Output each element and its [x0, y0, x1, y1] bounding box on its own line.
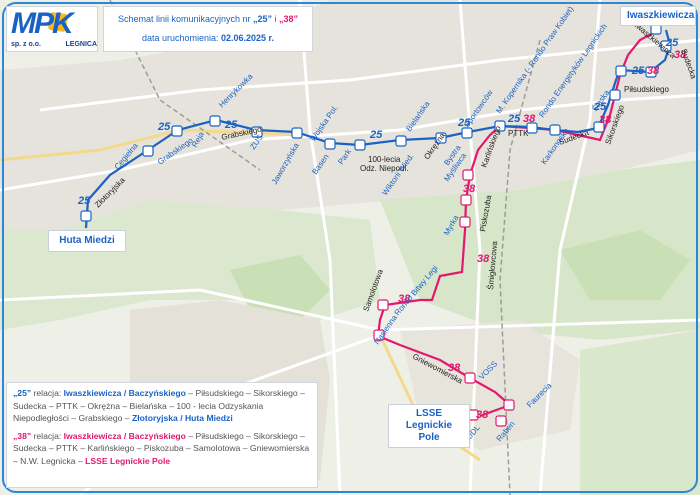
route-label-25-b: 25 — [157, 121, 171, 133]
route-legend: „25” relacja: Iwaszkiewicza / Baczyńskie… — [6, 382, 318, 488]
route-label-38-e: 38 — [463, 183, 476, 195]
legend-25-end: Złotoryjska / Huta Miedzi — [131, 413, 233, 423]
route-label-25-a: 25 — [77, 195, 91, 207]
terminal-huta-miedzi: Huta Miedzi — [48, 230, 126, 252]
terminal-iwaszkiewicza-label: Iwaszkiewicza — [627, 10, 695, 21]
stop-marker-grabskiego1[interactable] — [142, 145, 154, 157]
stop-marker-jaworzynska[interactable] — [291, 127, 303, 139]
mpk-logo: MPK sp. z o.o. LEGNICA — [6, 6, 98, 52]
stop-marker-myrka[interactable] — [460, 194, 472, 206]
route-label-25-d: 25 — [369, 129, 383, 141]
stop-marker-grabskiego2[interactable] — [209, 115, 221, 127]
scheme-title: Schemat linii komunikacyjnych nr „25” i … — [103, 6, 313, 52]
stop-marker-100lecia[interactable] — [395, 135, 407, 147]
terminal-lsse: LSSE Legnickie Pole — [388, 404, 470, 448]
terminal-lsse-line2: Legnickie Pole — [405, 420, 453, 443]
stop-label-pilsudskiego: Piłsudskiego — [624, 85, 669, 94]
legend-25-rel: relacja: — [31, 388, 64, 398]
stop-marker-piskozuba[interactable] — [459, 216, 471, 228]
title-line-1: Schemat linii komunikacyjnych nr „25” i … — [104, 13, 312, 26]
legend-38-label: „38” — [13, 430, 32, 441]
stop-marker-pilsudskiego[interactable] — [615, 65, 627, 77]
stop-label-pttk: PTTK — [508, 129, 529, 138]
legend-25-start: Iwaszkiewicza / Baczyńskiego — [63, 388, 186, 398]
title-prefix: Schemat linii komunikacyjnych nr — [117, 14, 253, 24]
legend-route-38: „38” relacja: Iwaszkiewicza / Baczyńskie… — [13, 430, 311, 468]
logo-sub-right: LEGNICA — [65, 41, 98, 48]
logo-sub-left: sp. z o.o. — [11, 41, 41, 48]
terminal-huta-label: Huta Miedzi — [59, 235, 115, 246]
legend-25-label: „25” — [13, 388, 32, 398]
title-route-25: „25” — [253, 14, 273, 24]
route-label-25-f: 25 — [507, 113, 521, 125]
stop-marker-mysliwca[interactable] — [462, 169, 474, 181]
route-label-38-i: 38 — [476, 409, 489, 421]
logo-subtitle: sp. z o.o. LEGNICA — [11, 41, 97, 48]
stop-marker-voss[interactable] — [464, 372, 476, 384]
legend-38-rel: relacja: — [31, 430, 64, 441]
stop-marker-basen[interactable] — [324, 138, 336, 150]
stop-marker-zlotoryjska[interactable] — [80, 210, 92, 222]
terminal-iwaszkiewicza: Iwaszkiewicza — [620, 6, 696, 26]
stop-marker-park[interactable] — [354, 139, 366, 151]
route-label-38-a: 38 — [523, 113, 536, 125]
title-mid: i — [272, 14, 280, 24]
stop-marker-reja[interactable] — [171, 125, 183, 137]
stop-marker-samolotowa[interactable] — [377, 299, 389, 311]
date-prefix: data uruchomienia: — [141, 33, 221, 43]
logo-text: MPK — [11, 7, 74, 40]
stop-label-100lecia-1: 100-lecia — [368, 155, 401, 164]
stop-marker-bystra[interactable] — [461, 127, 473, 139]
title-route-38: „38” — [279, 14, 299, 24]
green-area-southeast — [580, 330, 700, 495]
launch-date: 02.06.2025 r. — [221, 33, 275, 43]
route-label-25-h: 25 — [631, 65, 645, 77]
route-label-38-c: 38 — [647, 65, 660, 77]
title-line-2: data uruchomienia: 02.06.2025 r. — [104, 32, 312, 45]
legend-38-start: Iwaszkiewicza / Baczyńskiego — [63, 430, 186, 441]
stop-marker-slaska[interactable] — [609, 89, 621, 101]
terminal-lsse-line1: LSSE — [415, 408, 443, 419]
legend-38-end: LSSE Legnickie Pole — [85, 455, 171, 466]
legend-route-25: „25” relacja: Iwaszkiewicza / Baczyńskie… — [13, 387, 311, 425]
stop-marker-faurecia[interactable] — [503, 399, 515, 411]
